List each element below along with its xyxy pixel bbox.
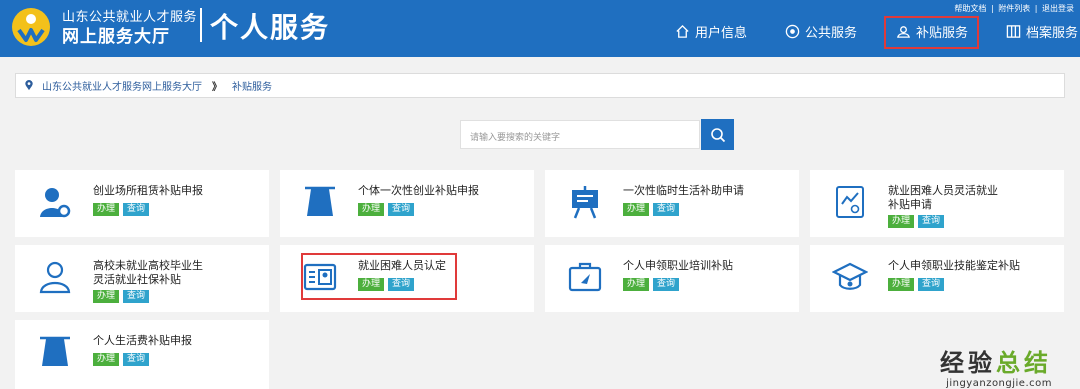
- query-button[interactable]: 查询: [388, 203, 415, 216]
- logout-link[interactable]: 退出登录: [1042, 4, 1074, 13]
- easel-icon: [572, 186, 598, 219]
- apply-button[interactable]: 办理: [93, 290, 120, 303]
- service-card[interactable]: 就业困难人员灵活就业补贴申请 办理 查询: [810, 170, 1064, 237]
- apply-button[interactable]: 办理: [888, 278, 915, 291]
- service-card[interactable]: 个人申领职业培训补贴 办理 查询: [545, 245, 799, 312]
- search-button[interactable]: [701, 119, 734, 150]
- top-links: 帮助文档 | 附件列表 | 退出登录: [954, 4, 1074, 13]
- apply-button[interactable]: 办理: [358, 203, 385, 216]
- card-title: 个人申领职业技能鉴定补贴: [888, 259, 1020, 272]
- nav-label: 公共服务: [805, 26, 858, 41]
- breadcrumb: 山东公共就业人才服务网上服务大厅 》 补贴服务: [15, 73, 1065, 98]
- graduation-cap-icon: [832, 262, 868, 290]
- service-card[interactable]: 高校未就业高校毕业生灵活就业社保补贴 办理 查询: [15, 245, 269, 312]
- watermark-text: 经验: [940, 349, 996, 377]
- nav-label: 用户信息: [695, 26, 748, 41]
- nav-public-service[interactable]: 公共服务: [785, 22, 857, 41]
- service-card[interactable]: 个人申领职业技能鉴定补贴 办理 查询: [810, 245, 1064, 312]
- breadcrumb-home[interactable]: 山东公共就业人才服务网上服务大厅: [42, 78, 202, 93]
- query-button[interactable]: 查询: [653, 203, 680, 216]
- cone-icon: [305, 186, 335, 216]
- card-highlight-box: [301, 253, 457, 300]
- breadcrumb-separator: 》: [212, 82, 222, 93]
- chart-doc-icon: [836, 186, 864, 218]
- card-title: 高校未就业高校毕业生灵活就业社保补贴: [93, 259, 203, 286]
- home-icon: [676, 24, 689, 38]
- apply-button[interactable]: 办理: [623, 278, 650, 291]
- apply-button[interactable]: 办理: [93, 203, 120, 216]
- header-bar: 山东公共就业人才服务 网上服务大厅 个人服务 帮助文档 | 附件列表 | 退出登…: [0, 0, 1080, 57]
- nav-label: 档案服务: [1026, 26, 1079, 41]
- card-title: 个人生活费补贴申报: [93, 334, 192, 347]
- query-button[interactable]: 查询: [653, 278, 680, 291]
- service-card[interactable]: 个体一次性创业补贴申报 办理 查询: [280, 170, 534, 237]
- query-button[interactable]: 查询: [123, 290, 150, 303]
- watermark-text-green: 总结: [996, 349, 1052, 377]
- archive-icon: [1006, 25, 1021, 38]
- search-icon: [710, 127, 725, 142]
- help-doc-link[interactable]: 帮助文档: [954, 4, 986, 13]
- service-card[interactable]: 一次性临时生活补助申请 办理 查询: [545, 170, 799, 237]
- person-settings-icon: [40, 188, 71, 218]
- eye-icon: [785, 24, 800, 39]
- org-name-bottom: 网上服务大厅: [62, 27, 170, 47]
- query-button[interactable]: 查询: [918, 278, 945, 291]
- service-card[interactable]: 个人生活费补贴申报 办理 查询: [15, 320, 269, 389]
- watermark-url: jingyanzongjie.com: [946, 378, 1052, 389]
- card-title: 个人申领职业培训补贴: [623, 259, 733, 272]
- header-divider: [200, 8, 202, 42]
- search-input[interactable]: 请输入要搜索的关键字: [460, 120, 700, 149]
- query-button[interactable]: 查询: [123, 203, 150, 216]
- query-button[interactable]: 查询: [123, 353, 150, 366]
- service-card[interactable]: 创业场所租赁补贴申报 办理 查询: [15, 170, 269, 237]
- briefcase-icon: [568, 262, 602, 292]
- watermark: 经验总结 jingyanzongjie.com: [940, 343, 1052, 389]
- card-title: 个体一次性创业补贴申报: [358, 184, 479, 197]
- nav-highlight-box: [884, 16, 979, 49]
- cone-icon: [40, 336, 70, 366]
- logo-icon: [12, 8, 50, 46]
- apply-button[interactable]: 办理: [623, 203, 650, 216]
- person-outline-icon: [39, 261, 71, 294]
- apply-button[interactable]: 办理: [93, 353, 120, 366]
- breadcrumb-current: 补贴服务: [232, 82, 272, 93]
- nav-user-info[interactable]: 用户信息: [675, 22, 747, 41]
- page-title: 个人服务: [210, 11, 331, 44]
- apply-button[interactable]: 办理: [888, 215, 915, 228]
- nav-archive-service[interactable]: 档案服务: [1006, 22, 1078, 41]
- query-button[interactable]: 查询: [918, 215, 945, 228]
- card-title: 一次性临时生活补助申请: [623, 184, 744, 197]
- location-pin-icon: [25, 80, 33, 91]
- card-title: 就业困难人员灵活就业补贴申请: [888, 184, 998, 211]
- attachments-link[interactable]: 附件列表: [998, 4, 1030, 13]
- card-title: 创业场所租赁补贴申报: [93, 184, 203, 197]
